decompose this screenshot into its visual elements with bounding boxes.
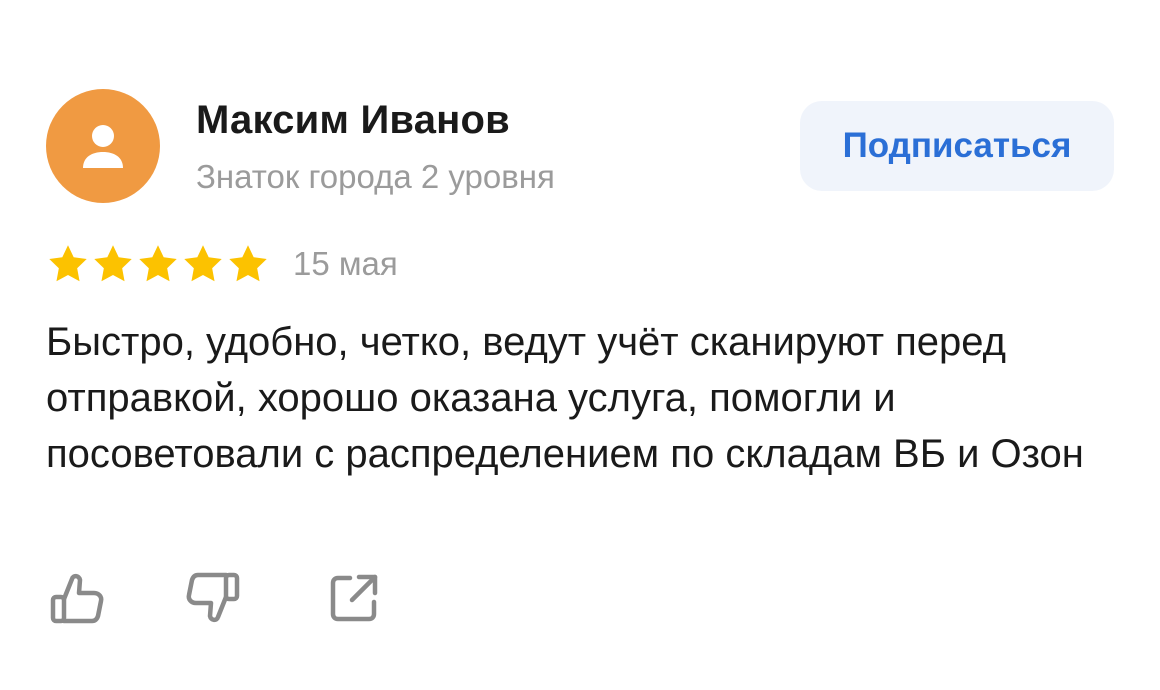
- star-icon: [46, 242, 90, 286]
- thumbs-up-icon: [50, 573, 104, 624]
- review-actions: [46, 568, 384, 628]
- share-button[interactable]: [324, 568, 384, 628]
- review-card: Максим Иванов Знаток города 2 уровня Под…: [0, 0, 1160, 690]
- author-avatar[interactable]: [46, 89, 160, 203]
- star-rating: [46, 242, 270, 286]
- star-icon: [91, 242, 135, 286]
- author-level: Знаток города 2 уровня: [196, 158, 555, 195]
- rating-row: 15 мая: [46, 240, 398, 288]
- star-icon: [136, 242, 180, 286]
- star-icon: [181, 242, 225, 286]
- author-name[interactable]: Максим Иванов: [196, 98, 510, 143]
- thumbs-down-icon: [186, 572, 240, 623]
- share-icon: [330, 574, 378, 622]
- review-date: 15 мая: [293, 245, 398, 282]
- subscribe-button[interactable]: Подписаться: [800, 101, 1114, 191]
- user-silhouette-icon: [83, 125, 123, 168]
- like-button[interactable]: [46, 568, 106, 628]
- review-text: Быстро, удобно, четко, ведут учёт сканир…: [46, 320, 1084, 476]
- dislike-button[interactable]: [184, 568, 244, 628]
- star-icon: [226, 242, 270, 286]
